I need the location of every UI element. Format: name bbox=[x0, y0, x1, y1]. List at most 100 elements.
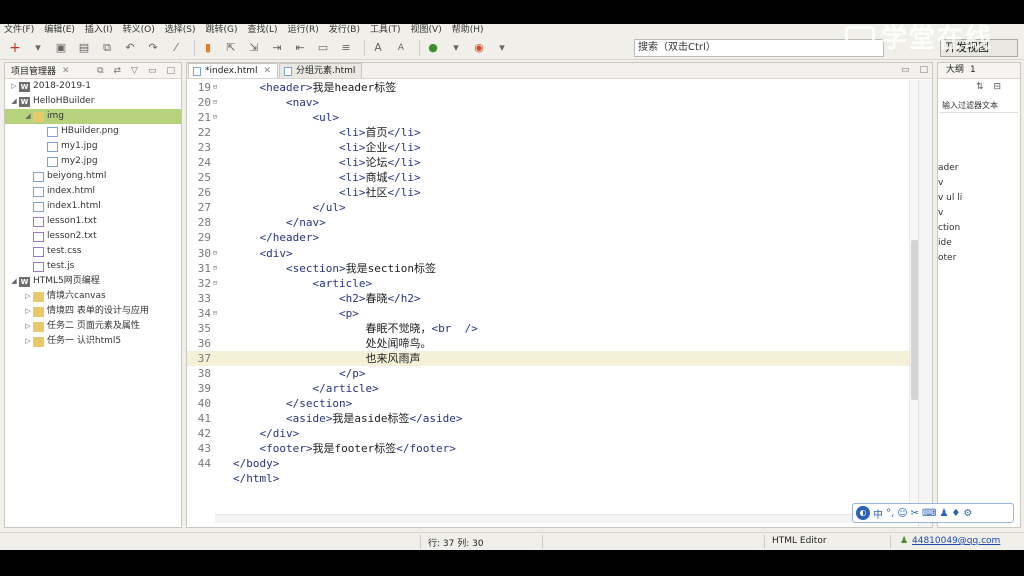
search-input[interactable]: 搜索（双击Ctrl） bbox=[634, 39, 884, 57]
font-increase-icon[interactable]: A bbox=[369, 39, 387, 57]
code-line[interactable]: 39 </article> bbox=[187, 381, 911, 396]
tree-item[interactable]: HBuilder.png bbox=[5, 124, 181, 139]
minimize-icon[interactable]: ▭ bbox=[901, 65, 910, 75]
ime-keyboard-icon[interactable]: ⌨ bbox=[922, 508, 936, 519]
outline-item[interactable]: v bbox=[938, 176, 1020, 191]
fold-icon[interactable]: ⊟ bbox=[211, 261, 219, 276]
code-line[interactable]: 23 <li> 企业 </li> bbox=[187, 140, 911, 155]
menu-item[interactable]: 查找(L) bbox=[247, 24, 277, 36]
tree-item[interactable]: ▷ 情境六canvas bbox=[5, 289, 181, 304]
code-line[interactable]: 36 处处闻啼鸟。 bbox=[187, 336, 911, 351]
vertical-scrollbar[interactable] bbox=[909, 80, 918, 510]
tree-item[interactable]: ▷ 情境四 表单的设计与应用 bbox=[5, 304, 181, 319]
code-line[interactable]: 43 <footer> 我是footer标签 </footer> bbox=[187, 441, 911, 456]
code-line[interactable]: 26 <li> 社区 </li> bbox=[187, 185, 911, 200]
expand-twisty-icon[interactable]: ▷ bbox=[23, 334, 33, 349]
code-line[interactable]: 31 ⊟ <section> 我是section标签 bbox=[187, 261, 911, 276]
menu-item[interactable]: 工具(T) bbox=[370, 24, 401, 36]
lines-icon[interactable]: ≡ bbox=[337, 39, 355, 57]
code-line[interactable]: 44 </body> bbox=[187, 456, 911, 471]
format-icon[interactable]: ⁄ bbox=[167, 39, 185, 57]
tree-item[interactable]: ▷ W 2018-2019-1 bbox=[5, 79, 181, 94]
editor-tab[interactable]: 分组元素.html bbox=[279, 63, 363, 78]
outline-item[interactable]: ide bbox=[938, 236, 1020, 251]
code-line[interactable]: 30 ⊟ <div> bbox=[187, 246, 911, 261]
fold-icon[interactable]: ⊟ bbox=[211, 246, 219, 261]
run-dropdown-icon[interactable]: ▾ bbox=[447, 39, 465, 57]
ime-scissors-icon[interactable]: ✂ bbox=[911, 508, 919, 519]
fold-icon[interactable]: ⊟ bbox=[211, 110, 219, 125]
comment-icon[interactable]: ▭ bbox=[314, 39, 332, 57]
tree-item[interactable]: my1.jpg bbox=[5, 139, 181, 154]
code-line[interactable]: 25 <li> 商城 </li> bbox=[187, 170, 911, 185]
code-line[interactable]: 22 <li> 首页 </li> bbox=[187, 125, 911, 140]
outline-tab-number[interactable]: 1 bbox=[970, 63, 976, 78]
code-line[interactable]: 24 <li> 论坛 </li> bbox=[187, 155, 911, 170]
ime-emoji-icon[interactable]: ☺ bbox=[897, 508, 907, 519]
expand-twisty-icon[interactable]: ▷ bbox=[9, 79, 19, 94]
code-line[interactable]: 20 ⊟ <nav> bbox=[187, 95, 911, 110]
outdent-icon[interactable]: ⇤ bbox=[291, 39, 309, 57]
run-icon[interactable]: ● bbox=[424, 39, 442, 57]
browser-icon[interactable]: ◉ bbox=[470, 39, 488, 57]
tree-item[interactable]: beiyong.html bbox=[5, 169, 181, 184]
ime-user-icon[interactable]: ♟ bbox=[939, 508, 948, 519]
editor-tab[interactable]: *index.html ✕ bbox=[188, 63, 279, 78]
tree-item[interactable]: ▷ 任务二 页面元素及属性 bbox=[5, 319, 181, 334]
menu-item[interactable]: 选择(S) bbox=[165, 24, 196, 36]
ime-shirt-icon[interactable]: ♦ bbox=[951, 508, 960, 519]
close-tab-icon[interactable]: ✕ bbox=[263, 66, 271, 76]
menu-item[interactable]: 跳转(G) bbox=[205, 24, 237, 36]
undo-icon[interactable]: ↶ bbox=[121, 39, 139, 57]
ime-settings-icon[interactable]: ⚙ bbox=[963, 508, 972, 519]
tree-item[interactable]: ◢ W HTML5网页编程 bbox=[5, 274, 181, 289]
browser-dropdown-icon[interactable]: ▾ bbox=[493, 39, 511, 57]
outline-tab[interactable]: 大纲 bbox=[946, 63, 964, 78]
tree-item[interactable]: ◢ W HelloHBuilder bbox=[5, 94, 181, 109]
outline-filter-input[interactable]: 输入过滤器文本 bbox=[940, 99, 1018, 113]
maximize-icon[interactable]: □ bbox=[919, 65, 928, 75]
ime-punct-icon[interactable]: °, bbox=[886, 508, 894, 519]
tree-item[interactable]: ▷ 任务一 认识html5 bbox=[5, 334, 181, 349]
maximize-icon[interactable]: □ bbox=[166, 66, 175, 76]
dropdown-arrow-icon[interactable]: ▾ bbox=[29, 39, 47, 57]
tree-item[interactable]: index1.html bbox=[5, 199, 181, 214]
minimize-icon[interactable]: ▭ bbox=[148, 66, 157, 76]
redo-icon[interactable]: ↷ bbox=[144, 39, 162, 57]
code-line[interactable]: 19 ⊟ <header> 我是header标签 bbox=[187, 80, 911, 95]
menu-item[interactable]: 视图(V) bbox=[411, 24, 442, 36]
collapse-all-icon[interactable]: ⧉ bbox=[97, 66, 103, 76]
scrollbar-thumb[interactable] bbox=[911, 240, 918, 400]
open-file-icon[interactable]: ⇲ bbox=[245, 39, 263, 57]
indent-icon[interactable]: ⇥ bbox=[268, 39, 286, 57]
close-icon[interactable]: ✕ bbox=[62, 66, 70, 76]
code-line[interactable]: 38 </p> bbox=[187, 366, 911, 381]
bookmark-icon[interactable]: ▮ bbox=[199, 39, 217, 57]
tree-item[interactable]: lesson1.txt bbox=[5, 214, 181, 229]
save-as-icon[interactable]: ⧉ bbox=[98, 39, 116, 57]
outline-item[interactable]: oter bbox=[938, 251, 1020, 266]
outline-item[interactable]: v ul li bbox=[938, 191, 1020, 206]
code-line[interactable]: 27 </ul> bbox=[187, 200, 911, 215]
expand-twisty-icon[interactable]: ◢ bbox=[23, 109, 33, 124]
menu-item[interactable]: 转义(O) bbox=[123, 24, 155, 36]
outline-item[interactable]: v bbox=[938, 206, 1020, 221]
new-icon[interactable]: + bbox=[6, 39, 24, 57]
code-line[interactable]: 41 <aside> 我是aside标签 </aside> bbox=[187, 411, 911, 426]
collapse-icon[interactable]: ⊟ bbox=[994, 82, 1002, 92]
horizontal-scrollbar[interactable] bbox=[215, 514, 911, 523]
menu-item[interactable]: 运行(R) bbox=[288, 24, 319, 36]
code-line[interactable]: 40 </section> bbox=[187, 396, 911, 411]
tree-item[interactable]: test.js bbox=[5, 259, 181, 274]
link-editor-icon[interactable]: ⇄ bbox=[114, 66, 122, 76]
code-line[interactable]: </html> bbox=[187, 471, 911, 486]
code-area[interactable]: 19 ⊟ <header> 我是header标签 20 ⊟ <nav> 21 ⊟ <ul> 2… bbox=[187, 80, 911, 510]
ime-logo-icon[interactable]: ◐ bbox=[856, 506, 870, 520]
tree-item[interactable]: test.css bbox=[5, 244, 181, 259]
expand-twisty-icon[interactable]: ◢ bbox=[9, 274, 19, 289]
tree-item[interactable]: my2.jpg bbox=[5, 154, 181, 169]
expand-twisty-icon[interactable]: ▷ bbox=[23, 319, 33, 334]
expand-twisty-icon[interactable]: ▷ bbox=[23, 289, 33, 304]
menu-item[interactable]: 插入(I) bbox=[85, 24, 113, 36]
view-mode-button[interactable]: 开发视图 bbox=[940, 39, 1018, 57]
